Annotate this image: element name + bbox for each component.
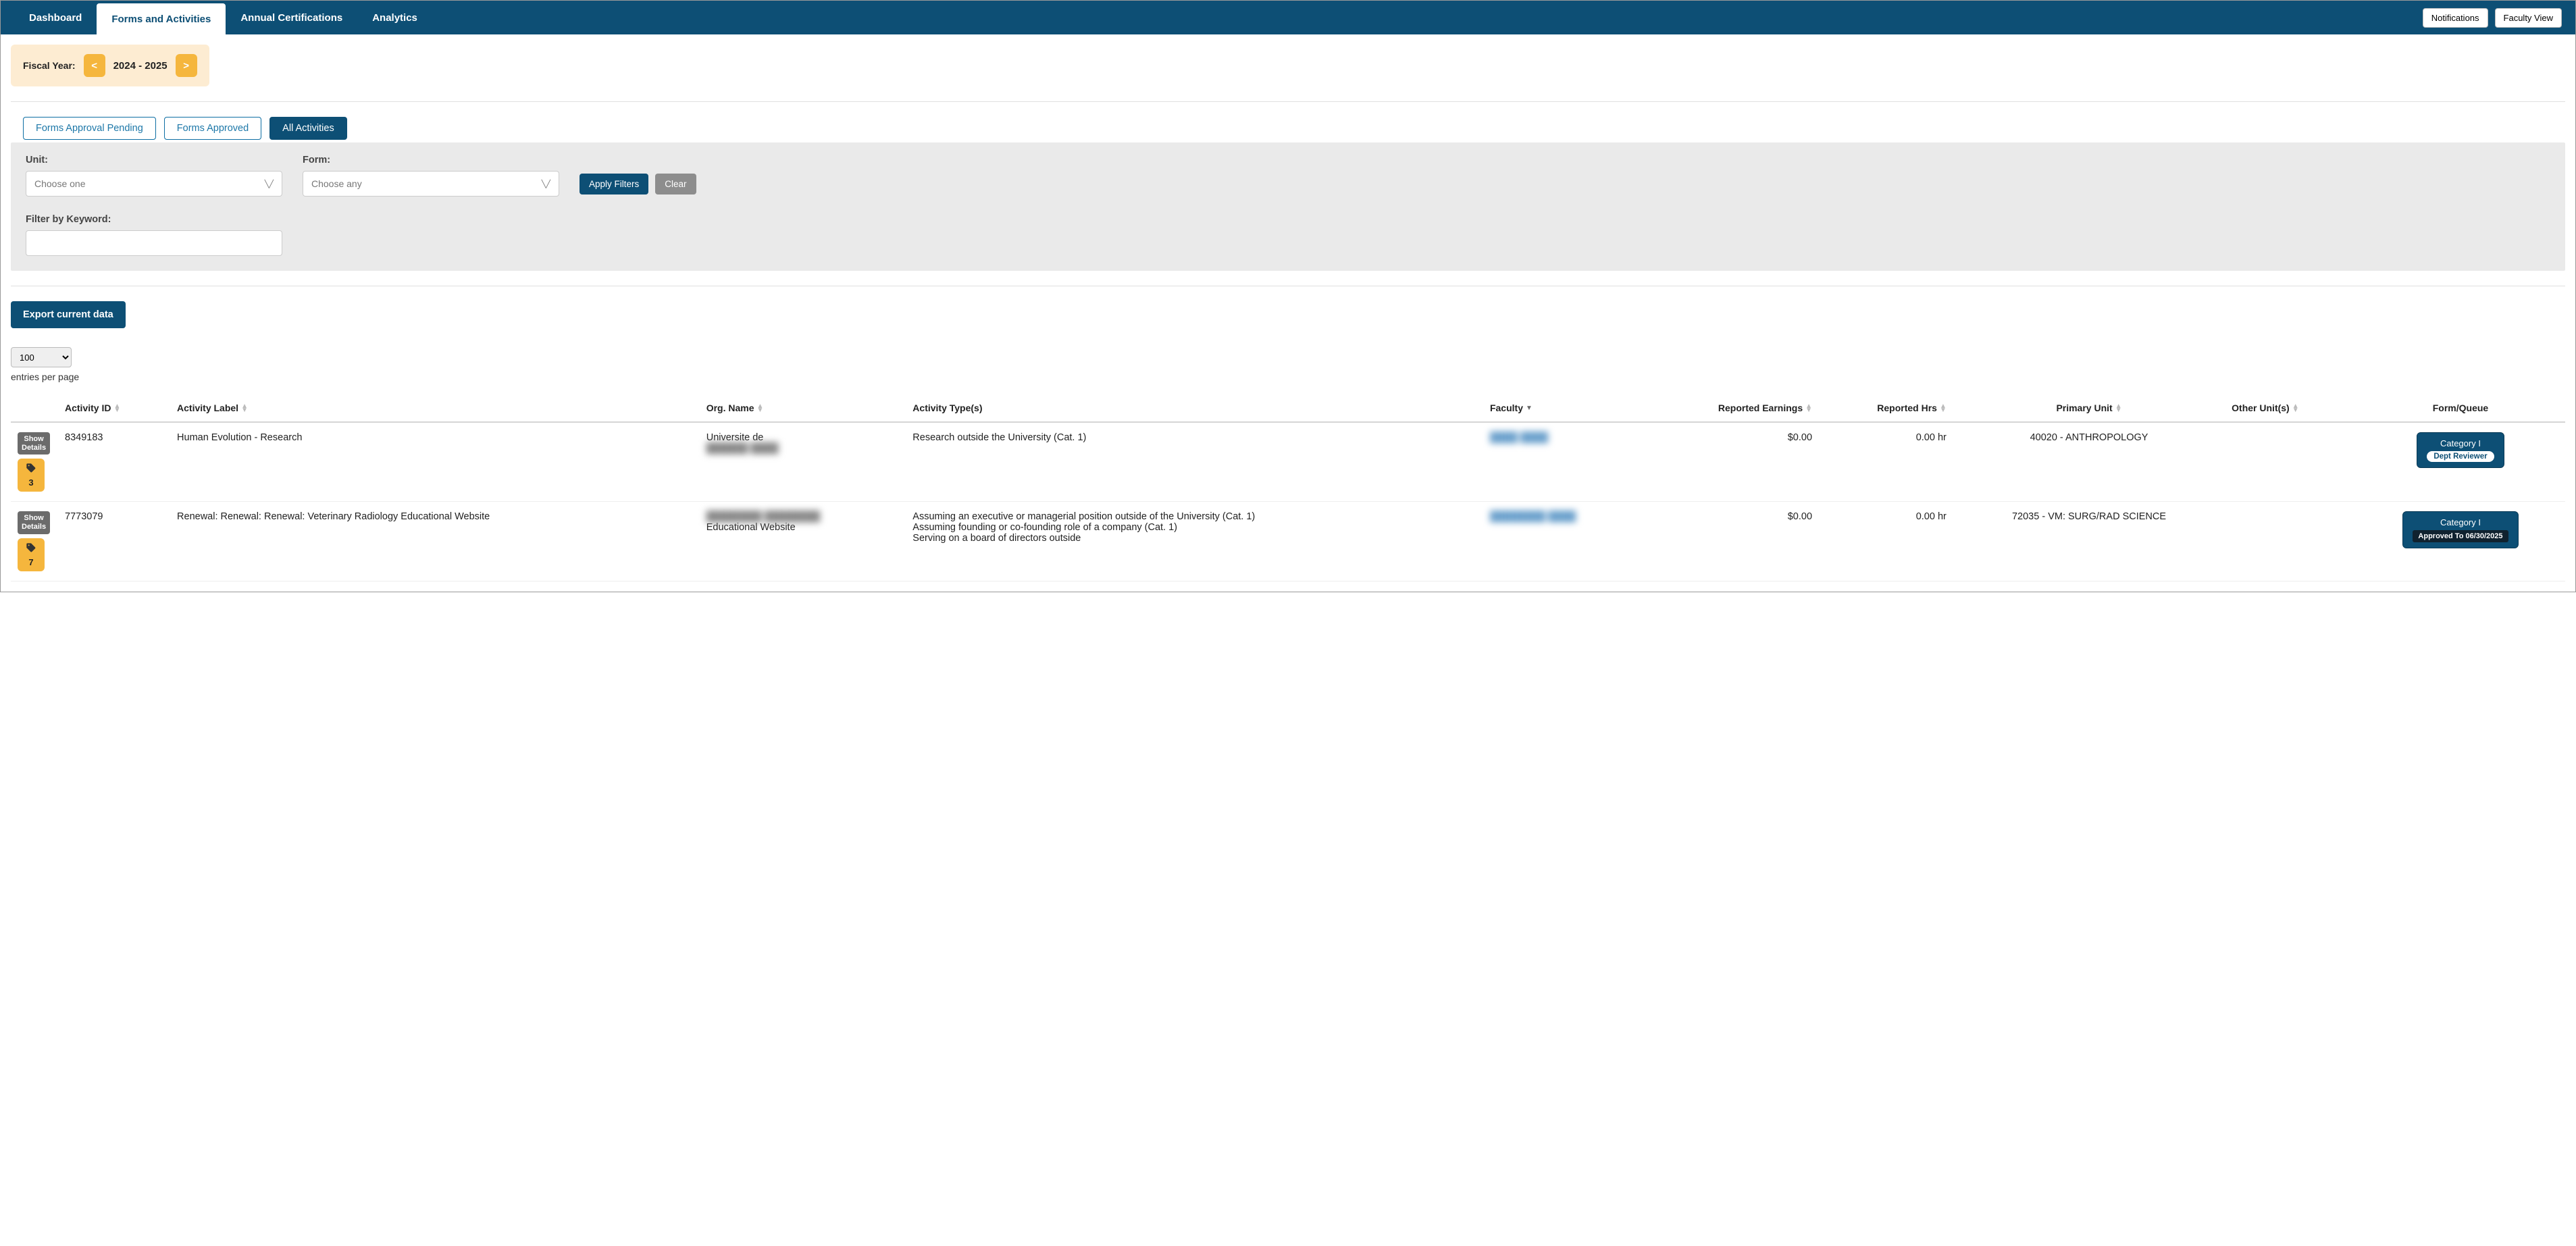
cell-activity-label: Human Evolution - Research	[170, 422, 700, 502]
entries-per-page-label: entries per page	[11, 371, 2565, 382]
chevron-down-icon: ╲╱	[265, 180, 274, 188]
col-activity-types[interactable]: Activity Type(s)	[906, 394, 1483, 422]
form-select-value: Choose any	[311, 178, 362, 189]
cell-primary-unit: 40020 - ANTHROPOLOGY	[1953, 422, 2225, 502]
sort-icon: ▲▼	[1805, 405, 1812, 413]
col-other-units[interactable]: Other Unit(s)▲▼	[2225, 394, 2356, 422]
keyword-input[interactable]	[26, 230, 282, 256]
cell-activity-types: Assuming an executive or managerial posi…	[906, 502, 1483, 581]
cell-faculty: ████ ████	[1483, 422, 1645, 502]
cell-activity-id: 7773079	[58, 502, 170, 581]
unit-select-value: Choose one	[34, 178, 86, 189]
attachments-count: 3	[18, 477, 45, 488]
cell-earnings: $0.00	[1645, 422, 1819, 502]
queue-category: Category I	[2440, 517, 2481, 527]
col-reported-hrs[interactable]: Reported Hrs▲▼	[1819, 394, 1953, 422]
queue-status-pill: Approved To 06/30/2025	[2413, 530, 2508, 542]
queue-status-pill: Dept Reviewer	[2427, 451, 2494, 462]
tag-icon	[26, 542, 36, 553]
col-actions	[11, 394, 58, 422]
main-tabs: Dashboard Forms and Activities Annual Ce…	[14, 1, 432, 34]
topbar: Dashboard Forms and Activities Annual Ce…	[1, 1, 2575, 34]
cell-activity-types: Research outside the University (Cat. 1)	[906, 422, 1483, 502]
cell-hours: 0.00 hr	[1819, 422, 1953, 502]
attachments-count: 7	[18, 557, 45, 567]
cell-earnings: $0.00	[1645, 502, 1819, 581]
tag-icon	[26, 463, 36, 473]
attachments-badge[interactable]: 7	[18, 538, 45, 571]
keyword-label: Filter by Keyword:	[26, 214, 282, 225]
fiscal-range: 2024 - 2025	[113, 60, 168, 72]
cell-org-name: ████████ ████████ Educational Website	[700, 502, 906, 581]
filter-panel: Unit: Choose one ╲╱ Form: Choose any ╲╱ …	[11, 142, 2565, 271]
table-row: Show Details 3 8349183 Human Evolution -…	[11, 422, 2565, 502]
sort-icon: ▲▼	[1940, 405, 1947, 413]
form-filter-group: Form: Choose any ╲╱	[303, 155, 559, 197]
sort-icon: ▲▼	[2115, 405, 2122, 413]
subtab-forms-approved[interactable]: Forms Approved	[164, 117, 261, 140]
chevron-down-icon: ╲╱	[542, 180, 550, 188]
cell-other-units	[2225, 502, 2356, 581]
sort-icon: ▲▼	[2292, 405, 2299, 413]
fiscal-next-button[interactable]: >	[176, 54, 197, 77]
show-details-button[interactable]: Show Details	[18, 511, 50, 534]
sort-icon: ▼	[1526, 407, 1532, 411]
col-org-name[interactable]: Org. Name▲▼	[700, 394, 906, 422]
fiscal-year-label: Fiscal Year:	[23, 60, 76, 71]
form-label: Form:	[303, 155, 559, 165]
fiscal-prev-button[interactable]: <	[84, 54, 105, 77]
page-size-control: 100 entries per page	[11, 347, 2565, 382]
cell-org-name: Universite de ██████ ████	[700, 422, 906, 502]
export-button[interactable]: Export current data	[11, 301, 126, 328]
faculty-view-button[interactable]: Faculty View	[2495, 8, 2562, 28]
show-details-button[interactable]: Show Details	[18, 432, 50, 455]
unit-select[interactable]: Choose one ╲╱	[26, 171, 282, 197]
col-activity-id[interactable]: Activity ID▲▼	[58, 394, 170, 422]
sort-icon: ▲▼	[113, 405, 120, 413]
cell-activity-label: Renewal: Renewal: Renewal: Veterinary Ra…	[170, 502, 700, 581]
form-select[interactable]: Choose any ╲╱	[303, 171, 559, 197]
unit-filter-group: Unit: Choose one ╲╱	[26, 155, 282, 197]
cell-primary-unit: 72035 - VM: SURG/RAD SCIENCE	[1953, 502, 2225, 581]
cell-activity-id: 8349183	[58, 422, 170, 502]
clear-filters-button[interactable]: Clear	[655, 174, 696, 194]
tab-annual-certifications[interactable]: Annual Certifications	[226, 1, 357, 34]
subtab-forms-approval-pending[interactable]: Forms Approval Pending	[23, 117, 156, 140]
form-queue-button[interactable]: Category I Dept Reviewer	[2417, 432, 2504, 468]
fiscal-year-bar: Fiscal Year: < 2024 - 2025 >	[11, 45, 209, 86]
notifications-button[interactable]: Notifications	[2423, 8, 2488, 28]
page-size-select[interactable]: 100	[11, 347, 72, 367]
queue-category: Category I	[2440, 438, 2481, 448]
keyword-filter-group: Filter by Keyword:	[26, 214, 282, 256]
cell-faculty: ████████ ████	[1483, 502, 1645, 581]
apply-filters-button[interactable]: Apply Filters	[579, 174, 648, 194]
col-reported-earnings[interactable]: Reported Earnings▲▼	[1645, 394, 1819, 422]
cell-other-units	[2225, 422, 2356, 502]
col-activity-label[interactable]: Activity Label▲▼	[170, 394, 700, 422]
sort-icon: ▲▼	[757, 405, 764, 413]
table-row: Show Details 7 7773079 Renewal: Renewal:…	[11, 502, 2565, 581]
tab-analytics[interactable]: Analytics	[357, 1, 432, 34]
subtab-all-activities[interactable]: All Activities	[269, 117, 347, 140]
attachments-badge[interactable]: 3	[18, 459, 45, 492]
subtabs: Forms Approval Pending Forms Approved Al…	[23, 117, 2565, 140]
col-faculty[interactable]: Faculty▼	[1483, 394, 1645, 422]
activities-table: Activity ID▲▼ Activity Label▲▼ Org. Name…	[11, 394, 2565, 581]
tab-forms-activities[interactable]: Forms and Activities	[97, 3, 226, 34]
form-queue-button[interactable]: Category I Approved To 06/30/2025	[2402, 511, 2518, 548]
sort-icon: ▲▼	[241, 405, 248, 413]
col-primary-unit[interactable]: Primary Unit▲▼	[1953, 394, 2225, 422]
cell-hours: 0.00 hr	[1819, 502, 1953, 581]
filter-actions: Apply Filters Clear	[579, 174, 2550, 197]
col-form-queue[interactable]: Form/Queue	[2356, 394, 2565, 422]
tab-dashboard[interactable]: Dashboard	[14, 1, 97, 34]
unit-label: Unit:	[26, 155, 282, 165]
